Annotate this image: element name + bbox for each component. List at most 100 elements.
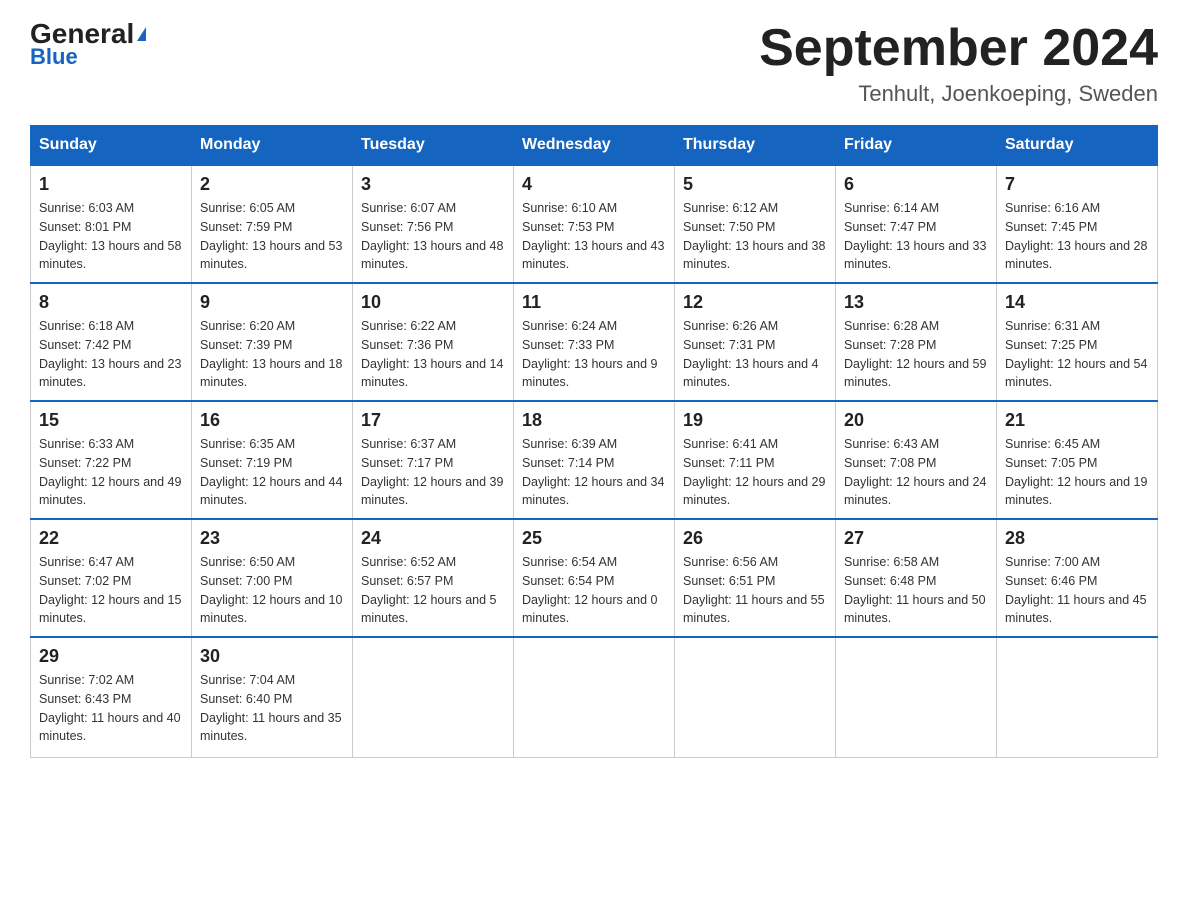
day-number: 10 (361, 292, 505, 313)
day-info: Sunrise: 6:16 AMSunset: 7:45 PMDaylight:… (1005, 201, 1147, 271)
header-row: SundayMondayTuesdayWednesdayThursdayFrid… (31, 126, 1158, 166)
col-header-saturday: Saturday (997, 126, 1158, 166)
day-number: 9 (200, 292, 344, 313)
day-number: 25 (522, 528, 666, 549)
day-cell: 27 Sunrise: 6:58 AMSunset: 6:48 PMDaylig… (836, 519, 997, 637)
day-cell: 15 Sunrise: 6:33 AMSunset: 7:22 PMDaylig… (31, 401, 192, 519)
day-number: 21 (1005, 410, 1149, 431)
day-cell: 21 Sunrise: 6:45 AMSunset: 7:05 PMDaylig… (997, 401, 1158, 519)
day-info: Sunrise: 6:45 AMSunset: 7:05 PMDaylight:… (1005, 437, 1147, 507)
day-number: 4 (522, 174, 666, 195)
day-number: 14 (1005, 292, 1149, 313)
day-info: Sunrise: 6:12 AMSunset: 7:50 PMDaylight:… (683, 201, 825, 271)
col-header-sunday: Sunday (31, 126, 192, 166)
day-cell: 13 Sunrise: 6:28 AMSunset: 7:28 PMDaylig… (836, 283, 997, 401)
day-cell: 7 Sunrise: 6:16 AMSunset: 7:45 PMDayligh… (997, 165, 1158, 283)
week-row-2: 8 Sunrise: 6:18 AMSunset: 7:42 PMDayligh… (31, 283, 1158, 401)
col-header-wednesday: Wednesday (514, 126, 675, 166)
day-info: Sunrise: 7:04 AMSunset: 6:40 PMDaylight:… (200, 673, 342, 743)
month-title: September 2024 (759, 20, 1158, 77)
day-info: Sunrise: 6:22 AMSunset: 7:36 PMDaylight:… (361, 319, 503, 389)
logo: General Blue (30, 20, 146, 70)
day-cell: 4 Sunrise: 6:10 AMSunset: 7:53 PMDayligh… (514, 165, 675, 283)
logo-triangle-icon (137, 27, 146, 41)
day-info: Sunrise: 6:37 AMSunset: 7:17 PMDaylight:… (361, 437, 503, 507)
day-info: Sunrise: 6:47 AMSunset: 7:02 PMDaylight:… (39, 555, 181, 625)
day-number: 6 (844, 174, 988, 195)
day-cell: 29 Sunrise: 7:02 AMSunset: 6:43 PMDaylig… (31, 637, 192, 757)
day-number: 30 (200, 646, 344, 667)
day-info: Sunrise: 6:43 AMSunset: 7:08 PMDaylight:… (844, 437, 986, 507)
day-cell (514, 637, 675, 757)
col-header-friday: Friday (836, 126, 997, 166)
day-number: 28 (1005, 528, 1149, 549)
day-cell: 11 Sunrise: 6:24 AMSunset: 7:33 PMDaylig… (514, 283, 675, 401)
day-info: Sunrise: 6:56 AMSunset: 6:51 PMDaylight:… (683, 555, 825, 625)
day-info: Sunrise: 6:39 AMSunset: 7:14 PMDaylight:… (522, 437, 664, 507)
day-info: Sunrise: 6:28 AMSunset: 7:28 PMDaylight:… (844, 319, 986, 389)
page-header: General Blue September 2024 Tenhult, Joe… (30, 20, 1158, 107)
day-number: 23 (200, 528, 344, 549)
day-cell: 12 Sunrise: 6:26 AMSunset: 7:31 PMDaylig… (675, 283, 836, 401)
day-cell: 6 Sunrise: 6:14 AMSunset: 7:47 PMDayligh… (836, 165, 997, 283)
day-cell (836, 637, 997, 757)
day-info: Sunrise: 6:31 AMSunset: 7:25 PMDaylight:… (1005, 319, 1147, 389)
day-info: Sunrise: 6:14 AMSunset: 7:47 PMDaylight:… (844, 201, 986, 271)
day-info: Sunrise: 7:00 AMSunset: 6:46 PMDaylight:… (1005, 555, 1147, 625)
day-number: 18 (522, 410, 666, 431)
day-info: Sunrise: 6:07 AMSunset: 7:56 PMDaylight:… (361, 201, 503, 271)
day-info: Sunrise: 6:24 AMSunset: 7:33 PMDaylight:… (522, 319, 658, 389)
day-number: 2 (200, 174, 344, 195)
day-cell: 9 Sunrise: 6:20 AMSunset: 7:39 PMDayligh… (192, 283, 353, 401)
location: Tenhult, Joenkoeping, Sweden (759, 81, 1158, 107)
day-info: Sunrise: 6:03 AMSunset: 8:01 PMDaylight:… (39, 201, 181, 271)
day-cell: 5 Sunrise: 6:12 AMSunset: 7:50 PMDayligh… (675, 165, 836, 283)
day-number: 16 (200, 410, 344, 431)
col-header-tuesday: Tuesday (353, 126, 514, 166)
day-number: 20 (844, 410, 988, 431)
day-cell (353, 637, 514, 757)
day-number: 12 (683, 292, 827, 313)
day-number: 27 (844, 528, 988, 549)
day-number: 13 (844, 292, 988, 313)
day-number: 8 (39, 292, 183, 313)
day-cell: 14 Sunrise: 6:31 AMSunset: 7:25 PMDaylig… (997, 283, 1158, 401)
day-cell: 18 Sunrise: 6:39 AMSunset: 7:14 PMDaylig… (514, 401, 675, 519)
day-cell: 2 Sunrise: 6:05 AMSunset: 7:59 PMDayligh… (192, 165, 353, 283)
day-number: 11 (522, 292, 666, 313)
day-number: 29 (39, 646, 183, 667)
day-cell: 25 Sunrise: 6:54 AMSunset: 6:54 PMDaylig… (514, 519, 675, 637)
day-number: 15 (39, 410, 183, 431)
day-info: Sunrise: 6:33 AMSunset: 7:22 PMDaylight:… (39, 437, 181, 507)
day-number: 26 (683, 528, 827, 549)
calendar-table: SundayMondayTuesdayWednesdayThursdayFrid… (30, 125, 1158, 758)
day-info: Sunrise: 6:26 AMSunset: 7:31 PMDaylight:… (683, 319, 819, 389)
day-cell (675, 637, 836, 757)
day-cell: 28 Sunrise: 7:00 AMSunset: 6:46 PMDaylig… (997, 519, 1158, 637)
day-number: 1 (39, 174, 183, 195)
day-number: 7 (1005, 174, 1149, 195)
day-info: Sunrise: 6:05 AMSunset: 7:59 PMDaylight:… (200, 201, 342, 271)
day-info: Sunrise: 6:58 AMSunset: 6:48 PMDaylight:… (844, 555, 986, 625)
day-number: 19 (683, 410, 827, 431)
day-cell: 23 Sunrise: 6:50 AMSunset: 7:00 PMDaylig… (192, 519, 353, 637)
day-cell: 1 Sunrise: 6:03 AMSunset: 8:01 PMDayligh… (31, 165, 192, 283)
day-number: 3 (361, 174, 505, 195)
day-cell: 30 Sunrise: 7:04 AMSunset: 6:40 PMDaylig… (192, 637, 353, 757)
week-row-5: 29 Sunrise: 7:02 AMSunset: 6:43 PMDaylig… (31, 637, 1158, 757)
week-row-3: 15 Sunrise: 6:33 AMSunset: 7:22 PMDaylig… (31, 401, 1158, 519)
day-info: Sunrise: 6:41 AMSunset: 7:11 PMDaylight:… (683, 437, 825, 507)
day-cell (997, 637, 1158, 757)
col-header-thursday: Thursday (675, 126, 836, 166)
day-info: Sunrise: 6:35 AMSunset: 7:19 PMDaylight:… (200, 437, 342, 507)
logo-sub: Blue (30, 44, 78, 70)
day-number: 22 (39, 528, 183, 549)
day-info: Sunrise: 6:52 AMSunset: 6:57 PMDaylight:… (361, 555, 497, 625)
day-number: 5 (683, 174, 827, 195)
day-info: Sunrise: 6:54 AMSunset: 6:54 PMDaylight:… (522, 555, 658, 625)
day-cell: 17 Sunrise: 6:37 AMSunset: 7:17 PMDaylig… (353, 401, 514, 519)
day-cell: 10 Sunrise: 6:22 AMSunset: 7:36 PMDaylig… (353, 283, 514, 401)
col-header-monday: Monday (192, 126, 353, 166)
day-number: 24 (361, 528, 505, 549)
day-cell: 24 Sunrise: 6:52 AMSunset: 6:57 PMDaylig… (353, 519, 514, 637)
